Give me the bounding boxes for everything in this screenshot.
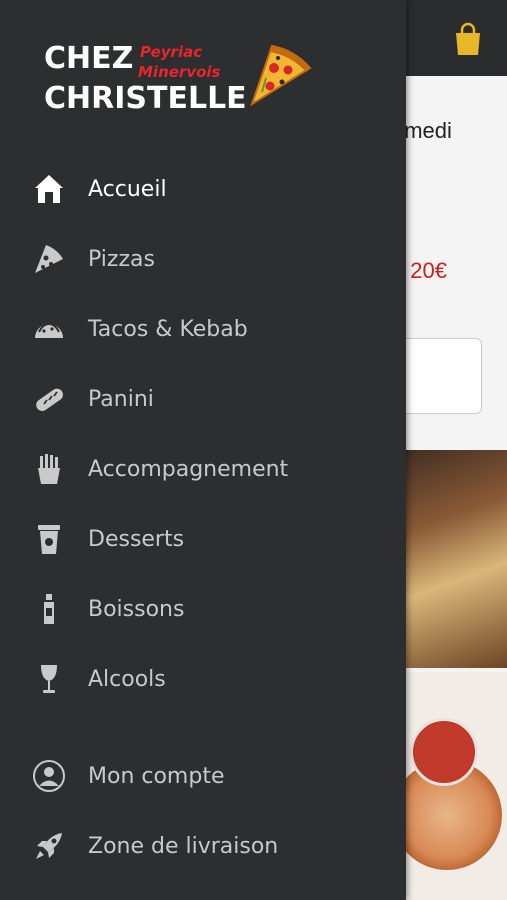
menu-item-zone-de-livraison[interactable]: Zone de livraison: [0, 816, 406, 876]
taco-icon: [32, 312, 66, 346]
user-icon: [32, 759, 66, 793]
menu-item-tacos-kebab[interactable]: Tacos & Kebab: [0, 299, 406, 359]
brand-location-line1: Peyriac: [140, 43, 203, 61]
cup-icon: [32, 522, 66, 556]
menu-item-accompagnement[interactable]: Accompagnement: [0, 439, 406, 499]
fries-icon: [32, 452, 66, 486]
menu-item-pizzas[interactable]: Pizzas: [0, 229, 406, 289]
menu-item-label: Zone de livraison: [88, 833, 279, 859]
bread-icon: [32, 382, 66, 416]
menu-item-alcools[interactable]: Alcools: [0, 649, 406, 709]
menu-item-label: Accueil: [88, 176, 167, 202]
brand-logo[interactable]: CHEZ CHRISTELLE Peyriac Minervois: [44, 40, 314, 116]
navigation-drawer: CHEZ CHRISTELLE Peyriac Minervois Accuei…: [0, 0, 406, 900]
menu-item-label: Tacos & Kebab: [88, 316, 248, 342]
rocket-icon: [32, 829, 66, 863]
brand-name-line2: CHRISTELLE: [44, 81, 247, 116]
pizza-icon: [32, 242, 66, 276]
menu-item-desserts[interactable]: Desserts: [0, 509, 406, 569]
pizza-slice-logo-icon: [248, 42, 314, 108]
menu-item-label: Desserts: [88, 526, 185, 552]
shopping-bag-icon[interactable]: [453, 22, 483, 56]
menu-item-label: Pizzas: [88, 246, 155, 272]
menu-item-boissons[interactable]: Boissons: [0, 579, 406, 639]
menu-item-label: Panini: [88, 386, 154, 412]
brand-name-line1: CHEZ: [44, 41, 134, 76]
menu-item-panini[interactable]: Panini: [0, 369, 406, 429]
wine-glass-icon: [32, 662, 66, 696]
brand-location-line2: Minervois: [138, 63, 221, 81]
menu-item-label: Alcools: [88, 666, 166, 692]
pizzeria-badge: [410, 718, 478, 786]
home-icon: [32, 172, 66, 206]
menu-item-accueil[interactable]: Accueil: [0, 159, 406, 219]
menu-item-mon-compte[interactable]: Mon compte: [0, 746, 406, 806]
menu-item-label: Mon compte: [88, 763, 225, 789]
menu-item-label: Boissons: [88, 596, 185, 622]
menu-item-label: Accompagnement: [88, 456, 289, 482]
bottle-icon: [32, 592, 66, 626]
